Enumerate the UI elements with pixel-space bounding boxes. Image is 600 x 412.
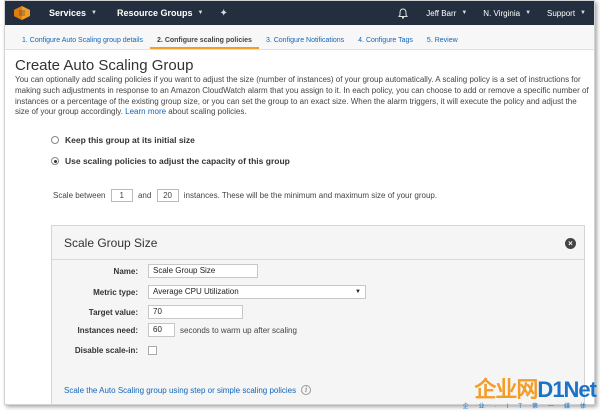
learn-more-suffix: about scaling policies. <box>168 107 247 117</box>
warmup-input[interactable]: 60 <box>148 323 175 337</box>
metric-type-value: Average CPU Utilization <box>153 287 239 296</box>
close-icon[interactable]: × <box>565 238 576 249</box>
chevron-down-icon: ▼ <box>525 10 532 16</box>
target-value-label: Target value: <box>88 307 138 317</box>
aws-logo-icon[interactable] <box>5 1 39 25</box>
step-configure-group-details[interactable]: 1. Configure Auto Scaling group details <box>15 37 150 49</box>
support-label: Support <box>547 8 576 18</box>
use-scaling-policies-option[interactable]: Use scaling policies to adjust the capac… <box>51 156 290 166</box>
scale-between-prefix: Scale between <box>53 191 106 200</box>
support-menu[interactable]: Support ▼ <box>539 1 594 25</box>
target-value-row: Target value: 70 <box>52 305 243 319</box>
browser-frame: Services ▼ Resource Groups ▼ ✦ Jeff Barr… <box>4 0 595 405</box>
step-scaling-link-text: Scale the Auto Scaling group using step … <box>64 385 297 395</box>
wizard-steps: 1. Configure Auto Scaling group details … <box>5 25 594 50</box>
scale-between-row: Scale between 1 and 20 instances. These … <box>53 187 453 204</box>
warmup-suffix: seconds to warm up after scaling <box>180 325 297 335</box>
step-review[interactable]: 5. Review <box>420 37 465 49</box>
metric-type-label: Metric type: <box>93 287 138 297</box>
warmup-label: Instances need: <box>77 325 138 335</box>
chevron-down-icon: ▼ <box>197 10 204 16</box>
scale-group-header: Scale Group Size × <box>52 226 584 260</box>
scale-between-suffix: instances. These will be the minimum and… <box>183 191 438 200</box>
min-size-input[interactable]: 1 <box>110 189 133 203</box>
watermark-brand-rest: 1Net <box>552 377 597 402</box>
watermark-subtitle: 企业·IT第一媒体 <box>462 404 596 410</box>
name-input[interactable]: Scale Group Size <box>148 264 258 278</box>
keep-initial-size-option[interactable]: Keep this group at its initial size <box>51 135 195 145</box>
chevron-down-icon: ▼ <box>461 10 468 16</box>
watermark-logo: 企业网D1Net 企业·IT第一媒体 <box>436 372 597 412</box>
description-text: You can optionally add scaling policies … <box>15 75 589 117</box>
region-label: N. Virginia <box>483 8 521 18</box>
keep-initial-size-radio[interactable] <box>51 136 59 144</box>
name-label: Name: <box>113 266 138 276</box>
bell-icon[interactable] <box>394 7 412 19</box>
chevron-down-icon: ▼ <box>580 10 586 16</box>
use-scaling-policies-radio[interactable] <box>51 157 59 165</box>
page-title: Create Auto Scaling Group <box>15 57 194 74</box>
disable-scale-in-checkbox[interactable] <box>148 346 157 355</box>
metric-type-row: Metric type: Average CPU Utilization ▼ <box>52 285 366 299</box>
services-label: Services <box>49 8 87 18</box>
info-icon[interactable]: i <box>301 385 312 395</box>
main-content: Create Auto Scaling Group You can option… <box>15 57 590 118</box>
disable-scale-in-row: Disable scale-in: <box>52 346 157 355</box>
chevron-down-icon: ▼ <box>355 289 361 295</box>
name-row: Name: Scale Group Size <box>52 264 258 278</box>
use-scaling-policies-label: Use scaling policies to adjust the capac… <box>65 156 290 166</box>
disable-scale-in-label: Disable scale-in: <box>74 346 138 355</box>
scale-between-and: and <box>137 191 152 200</box>
scale-group-title: Scale Group Size <box>64 235 158 250</box>
services-menu[interactable]: Services ▼ <box>39 1 107 25</box>
step-configure-tags[interactable]: 4. Configure Tags <box>351 37 420 49</box>
watermark-main: 企业网D1Net <box>474 372 597 404</box>
nav-right-group: Jeff Barr ▼ N. Virginia ▼ Support ▼ <box>394 1 594 25</box>
learn-more-link[interactable]: Learn more <box>125 107 166 116</box>
chevron-down-icon: ▼ <box>91 10 97 16</box>
target-value-input[interactable]: 70 <box>148 305 243 319</box>
page-description: You can optionally add scaling policies … <box>15 75 590 118</box>
step-configure-scaling-policies[interactable]: 2. Configure scaling policies <box>150 37 259 49</box>
keep-initial-size-label: Keep this group at its initial size <box>65 135 195 145</box>
user-menu[interactable]: Jeff Barr ▼ <box>418 1 475 25</box>
watermark-main-text: 企业网 <box>474 377 538 402</box>
watermark-brand-d: D <box>537 377 553 402</box>
resource-groups-label: Resource Groups <box>117 8 193 18</box>
warmup-row: Instances need: 60 seconds to warm up af… <box>52 323 297 337</box>
max-size-input[interactable]: 20 <box>156 189 179 203</box>
user-name: Jeff Barr <box>426 8 457 18</box>
pin-icon[interactable]: ✦ <box>213 8 233 19</box>
metric-type-select[interactable]: Average CPU Utilization ▼ <box>148 285 366 299</box>
step-scaling-link[interactable]: Scale the Auto Scaling group using step … <box>64 385 312 395</box>
step-configure-notifications[interactable]: 3. Configure Notifications <box>259 37 351 49</box>
resource-groups-menu[interactable]: Resource Groups ▼ <box>107 1 213 25</box>
region-menu[interactable]: N. Virginia ▼ <box>475 1 539 25</box>
top-navigation-bar: Services ▼ Resource Groups ▼ ✦ Jeff Barr… <box>5 1 594 25</box>
